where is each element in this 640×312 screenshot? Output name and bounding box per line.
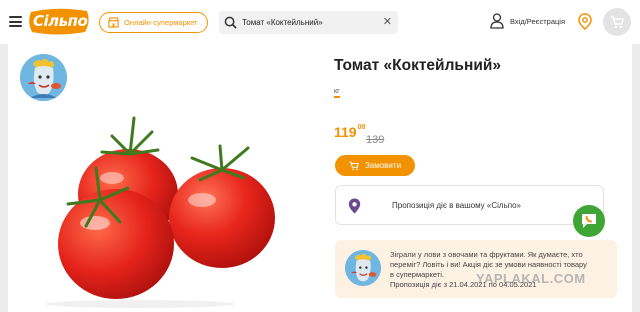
mascot-avatar bbox=[20, 54, 67, 101]
logo[interactable]: Сільпо bbox=[27, 8, 91, 35]
promo-text-line: в супермаркеті. bbox=[390, 270, 444, 279]
search-input[interactable] bbox=[242, 18, 382, 27]
online-supermarket-button[interactable]: Онлайн-супермаркет bbox=[99, 12, 208, 33]
login-register-label: Вхід/Реєстрація bbox=[510, 16, 566, 26]
cart-icon bbox=[349, 161, 359, 170]
online-supermarket-label: Онлайн-супермаркет bbox=[124, 18, 198, 27]
order-button-label: Замовити bbox=[364, 161, 402, 170]
promo-text-line: переміг? Ловіть і ви! Акція діє зе умови… bbox=[390, 260, 587, 269]
product-title: Томат «Коктейльний» bbox=[334, 57, 501, 74]
order-button[interactable]: Замовити bbox=[335, 155, 415, 176]
location-icon[interactable] bbox=[578, 13, 592, 30]
search-icon bbox=[224, 16, 237, 29]
logo-text: Сільпо bbox=[33, 12, 88, 30]
cart-button[interactable] bbox=[603, 8, 631, 36]
cart-icon bbox=[611, 15, 624, 28]
search-bar: ✕ bbox=[219, 11, 398, 34]
old-price: 139 bbox=[366, 134, 385, 146]
store-offer[interactable]: Пропозиція діє в вашому «Сільпо» bbox=[335, 185, 604, 225]
unit-selector[interactable]: кг bbox=[334, 88, 340, 98]
header: Сільпо Онлайн-супермаркет ✕ Вхід/Реєстра… bbox=[0, 0, 640, 44]
price-main: 119 bbox=[334, 124, 357, 140]
promo-text-line: Зіграли у лови з овочами та фруктами. Як… bbox=[390, 250, 583, 259]
chat-icon bbox=[582, 214, 596, 228]
menu-icon[interactable] bbox=[9, 16, 22, 27]
shop-icon bbox=[108, 17, 119, 28]
login-register-link[interactable]: Вхід/Реєстрація bbox=[490, 13, 565, 29]
watermark: YAPLAKAL.COM bbox=[476, 271, 586, 286]
promo-banner: Зіграли у лови з овочами та фруктами. Як… bbox=[335, 240, 617, 298]
price-cents: 00 bbox=[357, 124, 366, 131]
location-icon bbox=[348, 198, 361, 214]
store-offer-label: Пропозиція діє в вашому «Сільпо» bbox=[392, 201, 521, 210]
mascot-avatar bbox=[345, 250, 381, 286]
chat-button[interactable] bbox=[573, 205, 605, 237]
product-image bbox=[45, 116, 275, 308]
close-icon[interactable]: ✕ bbox=[383, 16, 392, 28]
current-price: 11900 bbox=[334, 124, 365, 140]
user-icon bbox=[490, 13, 504, 29]
